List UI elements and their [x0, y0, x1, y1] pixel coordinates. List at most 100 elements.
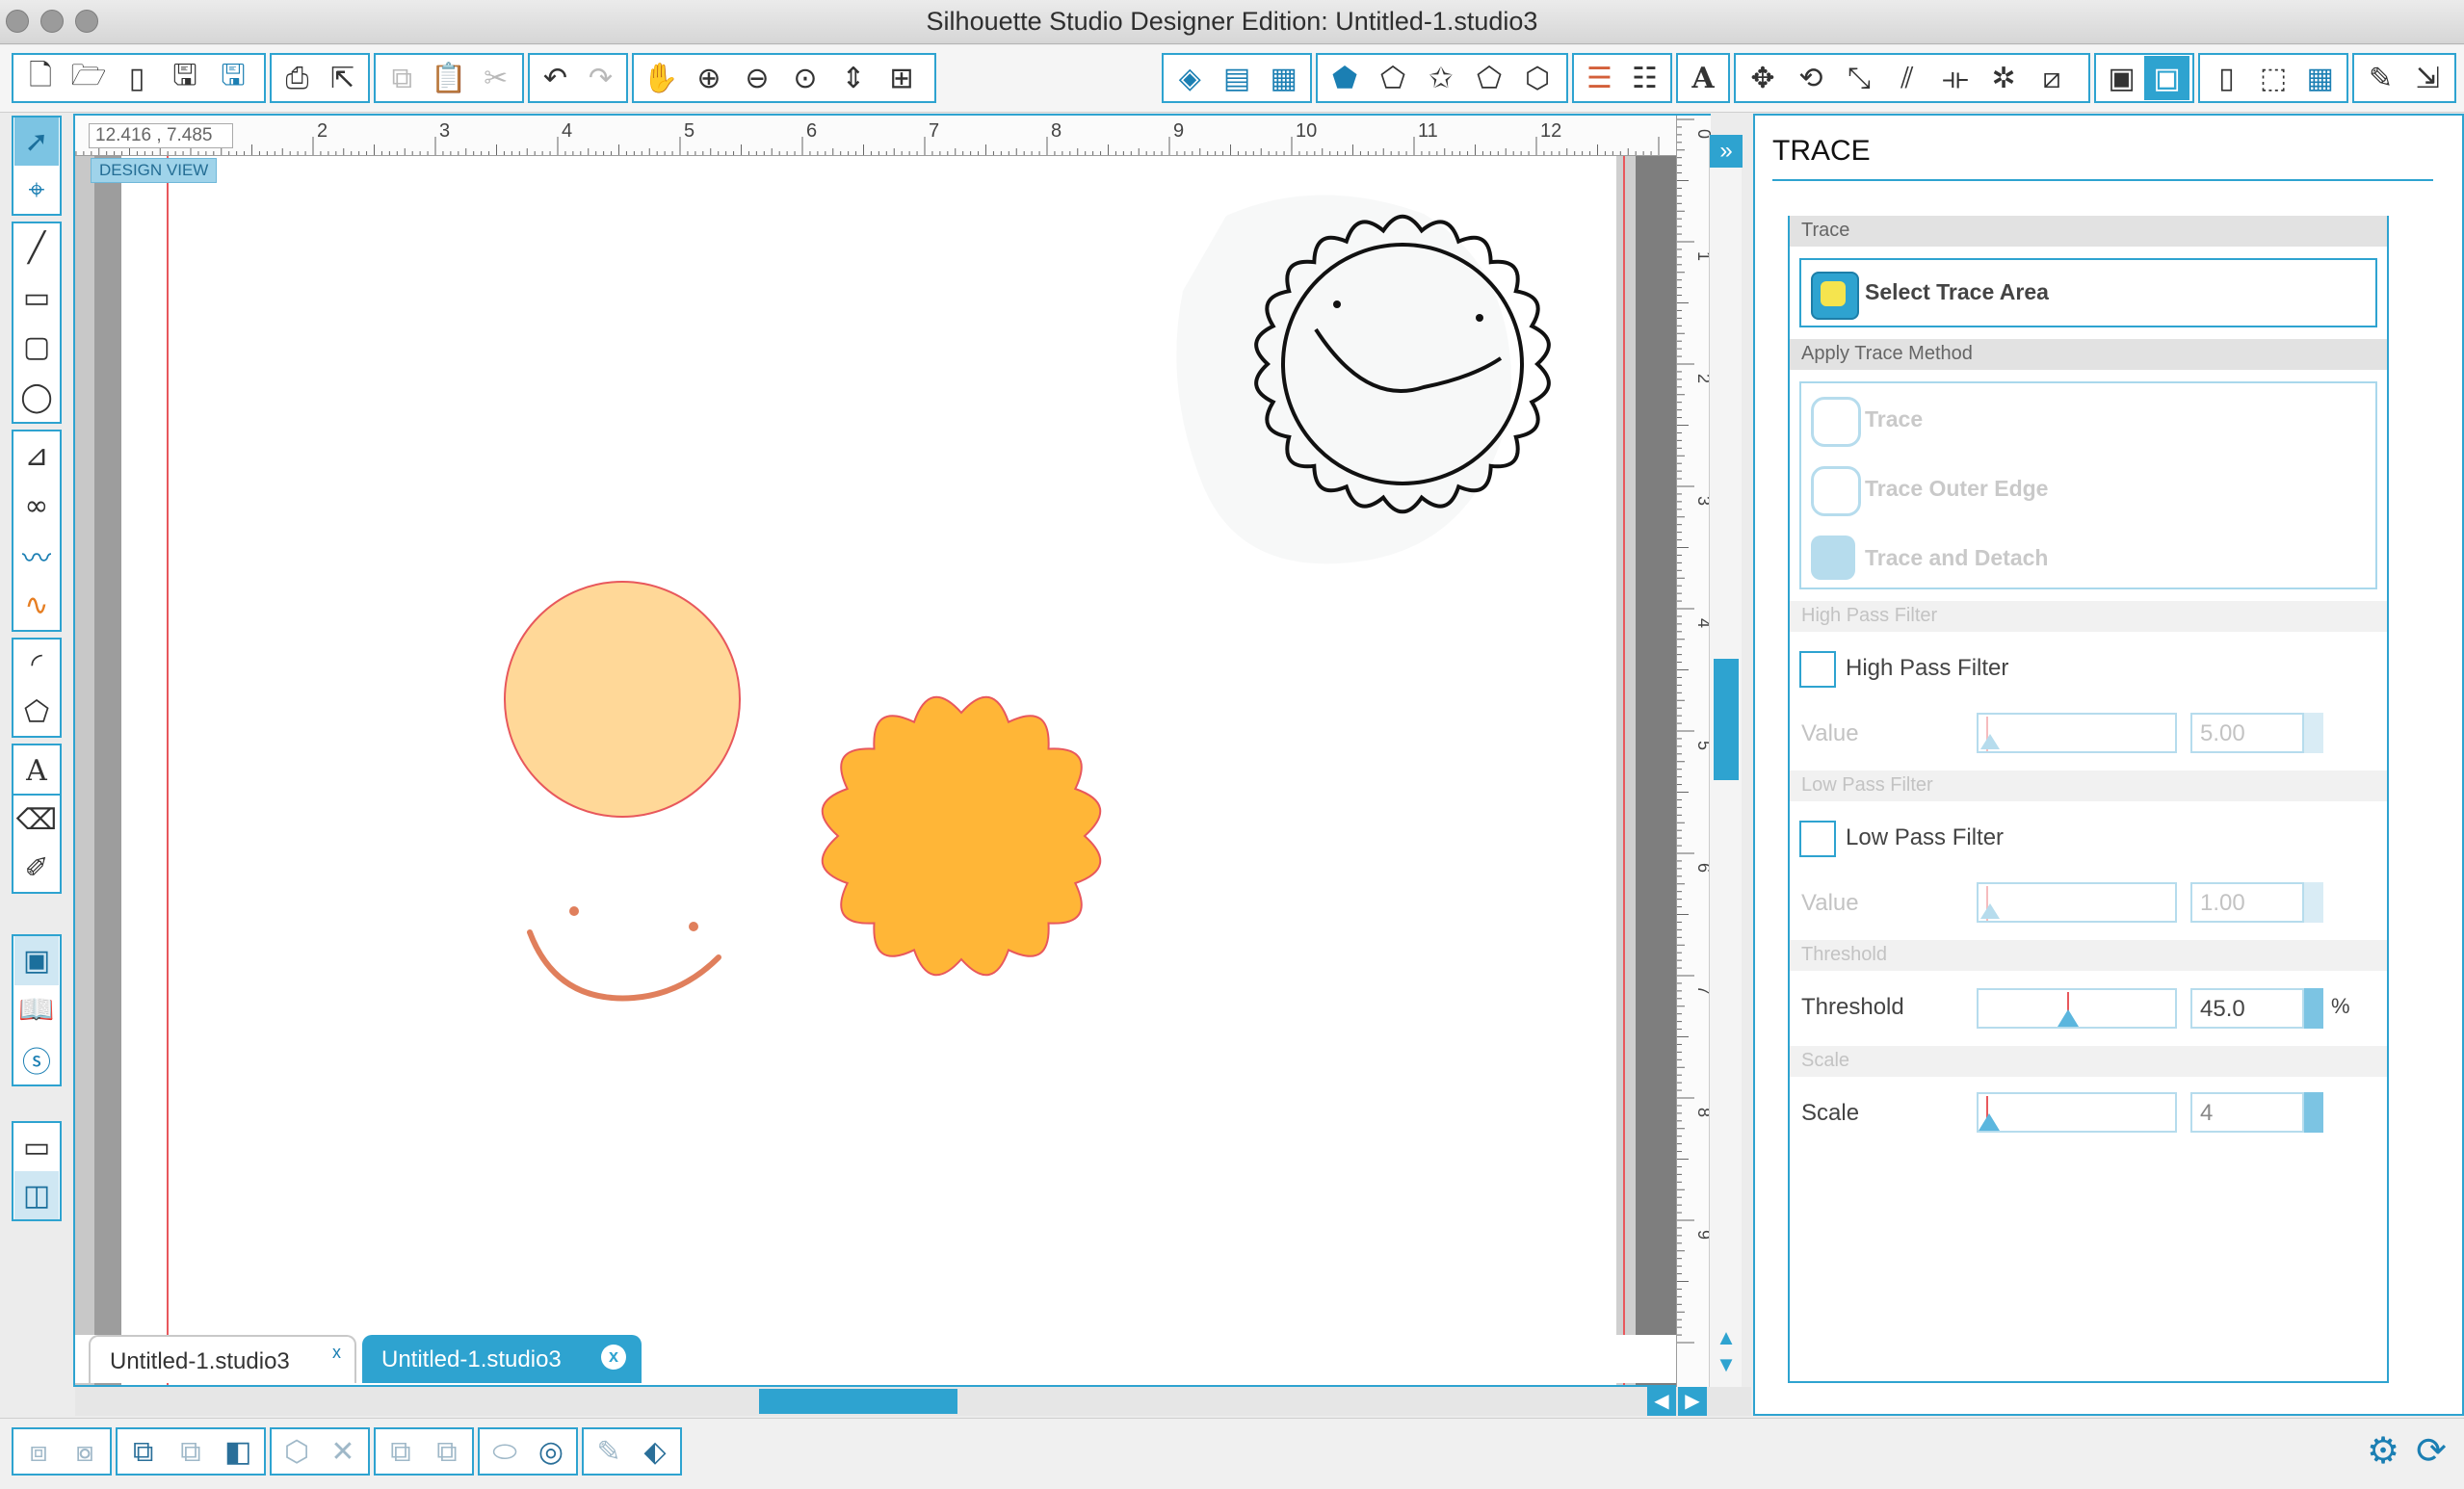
ellipse-tool-icon[interactable]: ◯ — [14, 373, 59, 423]
new-document-icon[interactable]: 🗋 — [16, 56, 65, 100]
low-pass-filter-checkbox[interactable] — [1799, 821, 1836, 857]
offset-icon[interactable]: ⬠ — [1465, 56, 1513, 100]
text-tool-icon[interactable]: A — [14, 745, 59, 796]
zoom-out-icon[interactable]: ⊖ — [733, 56, 781, 100]
traced-eye-left[interactable] — [569, 906, 579, 916]
send-to-silhouette-icon[interactable]: ⇲ — [2404, 56, 2451, 100]
refresh-icon[interactable]: ⟳ — [2410, 1429, 2452, 1472]
expand-panel-icon[interactable]: » — [1710, 135, 1743, 168]
print-icon[interactable]: ⎙ — [275, 56, 320, 100]
horizontal-scrollbar[interactable]: ◀ ▶ — [75, 1387, 1751, 1416]
copy-icon[interactable]: ⧉ — [379, 56, 426, 100]
shadow-icon[interactable]: ✩ — [1417, 56, 1465, 100]
arc-tool-icon[interactable]: ◜ — [14, 640, 59, 688]
single-view-icon[interactable]: ▭ — [14, 1123, 59, 1171]
split-view-icon[interactable]: ◫ — [14, 1171, 59, 1219]
shear-icon[interactable]: ⫽ — [1883, 56, 1931, 100]
cut-icon[interactable]: ✂ — [472, 56, 519, 100]
weld-icon[interactable]: ⬡ — [274, 1429, 320, 1474]
library-icon[interactable]: ▯ — [113, 56, 161, 100]
send-to-cutter-icon[interactable]: ⇱ — [320, 56, 365, 100]
scale-slider-thumb[interactable] — [1979, 1113, 2000, 1131]
line-style-icon[interactable]: ⬠ — [1369, 56, 1417, 100]
zoom-in-icon[interactable]: ⊕ — [685, 56, 733, 100]
modify-icon[interactable]: ⧄ — [2028, 56, 2076, 100]
regular-polygon-tool-icon[interactable]: ⬠ — [14, 688, 59, 736]
high-pass-filter-checkbox[interactable] — [1799, 651, 1836, 688]
group-icon[interactable]: ⧈ — [15, 1429, 62, 1474]
delete-icon[interactable]: ✕ — [320, 1429, 366, 1474]
line-weight-icon[interactable]: ☰ — [1577, 56, 1622, 100]
eraser-tool-icon[interactable]: ⌫ — [14, 796, 59, 844]
threshold-value-field[interactable]: 45.0 — [2190, 988, 2304, 1029]
align-icon[interactable]: ⟛ — [1931, 56, 1979, 100]
high-pass-value-field[interactable]: 5.00 — [2190, 713, 2304, 753]
low-pass-value-slider[interactable] — [1977, 882, 2177, 923]
scroll-right-icon[interactable]: ▶ — [1678, 1387, 1707, 1416]
scale-slider[interactable] — [1977, 1092, 2177, 1133]
bring-forward-icon[interactable]: ⧉ — [424, 1429, 470, 1474]
scroll-left-icon[interactable]: ◀ — [1647, 1387, 1676, 1416]
high-pass-value-slider[interactable] — [1977, 713, 2177, 753]
trace-outer-edge-button[interactable]: Trace Outer Edge — [1865, 476, 2048, 502]
offset-spiral-icon[interactable]: ◎ — [528, 1429, 574, 1474]
knife-tool-icon[interactable]: ✐ — [14, 844, 59, 892]
point-edit-icon[interactable]: ⌖ — [14, 166, 59, 214]
threshold-slider-thumb[interactable] — [2058, 1009, 2079, 1027]
ungroup-icon[interactable]: ⧇ — [62, 1429, 108, 1474]
smooth-freehand-tool-icon[interactable]: ∿ — [14, 581, 59, 631]
trace-toolbar-icon[interactable]: ▣ — [2144, 56, 2189, 100]
freehand-tool-icon[interactable]: 〰 — [14, 531, 59, 581]
pan-icon[interactable]: ✋ — [637, 56, 685, 100]
document-tab-inactive[interactable]: Untitled-1.studio3 x — [89, 1335, 356, 1383]
threshold-stepper[interactable] — [2304, 988, 2323, 1029]
threshold-slider[interactable] — [1977, 988, 2177, 1029]
vertical-scrollbar[interactable]: » ▲ ▼ — [1709, 135, 1743, 1387]
paste-icon[interactable]: 📋 — [426, 56, 473, 100]
scale-value-field[interactable]: 4 — [2190, 1092, 2304, 1133]
traced-eye-right[interactable] — [689, 922, 698, 931]
design-canvas[interactable] — [75, 156, 1676, 1385]
rounded-rectangle-tool-icon[interactable]: ▢ — [14, 323, 59, 373]
high-pass-stepper[interactable] — [2304, 713, 2323, 753]
move-icon[interactable]: ✥ — [1739, 56, 1787, 100]
traced-face-circle[interactable] — [504, 581, 741, 818]
low-pass-stepper[interactable] — [2304, 882, 2323, 923]
save-icon[interactable]: 🖫 — [161, 56, 209, 100]
curve-tool-icon[interactable]: ∞ — [14, 482, 59, 532]
scale-icon[interactable]: ⤡ — [1835, 56, 1883, 100]
scroll-up-icon[interactable]: ▲ — [1714, 1325, 1739, 1350]
store-icon[interactable]: ▣ — [2099, 56, 2144, 100]
horizontal-scroll-thumb[interactable] — [759, 1389, 957, 1414]
low-pass-value-field[interactable]: 1.00 — [2190, 882, 2304, 923]
select-trace-area-button[interactable]: Select Trace Area — [1799, 258, 2377, 327]
undo-icon[interactable]: ↶ — [533, 56, 578, 100]
shape-modify-icon[interactable]: ⬭ — [482, 1429, 528, 1474]
library-book-icon[interactable]: 📖 — [14, 985, 59, 1034]
scroll-down-icon[interactable]: ▼ — [1714, 1352, 1739, 1377]
edit-points-icon[interactable]: ✎ — [586, 1429, 632, 1474]
scale-stepper[interactable] — [2304, 1092, 2323, 1133]
registration-icon[interactable]: ⬚ — [2250, 56, 2297, 100]
line-color-icon[interactable]: ⬟ — [1321, 56, 1369, 100]
design-page-icon[interactable]: ▣ — [14, 936, 59, 986]
document-tab-active[interactable]: Untitled-1.studio3 x — [362, 1335, 642, 1383]
trace-and-detach-button[interactable]: Trace and Detach — [1865, 545, 2048, 571]
bring-to-front-icon[interactable]: ◧ — [215, 1429, 262, 1474]
fill-color-icon[interactable]: ◈ — [1166, 56, 1214, 100]
line-tool-icon[interactable]: ╱ — [14, 223, 59, 274]
redo-icon[interactable]: ↷ — [578, 56, 623, 100]
polygon-tool-icon[interactable]: ⊿ — [14, 431, 59, 482]
tab-close-icon[interactable]: x — [332, 1343, 341, 1363]
silhouette-store-icon[interactable]: ⓢ — [14, 1035, 59, 1084]
fill-pattern-icon[interactable]: ▦ — [1260, 56, 1307, 100]
sketch-icon[interactable]: ⬡ — [1513, 56, 1561, 100]
vertical-scroll-thumb[interactable] — [1714, 659, 1739, 780]
page-setup-icon[interactable]: ▯ — [2203, 56, 2250, 100]
rectangle-tool-icon[interactable]: ▭ — [14, 274, 59, 324]
select-arrow-icon[interactable]: ➚ — [14, 118, 59, 166]
make-compound-path-icon[interactable]: ⧉ — [119, 1429, 167, 1474]
settings-gear-icon[interactable]: ⚙ — [2362, 1429, 2404, 1472]
tab-close-icon[interactable]: x — [601, 1345, 626, 1370]
send-to-back-icon[interactable]: ⬖ — [632, 1429, 678, 1474]
